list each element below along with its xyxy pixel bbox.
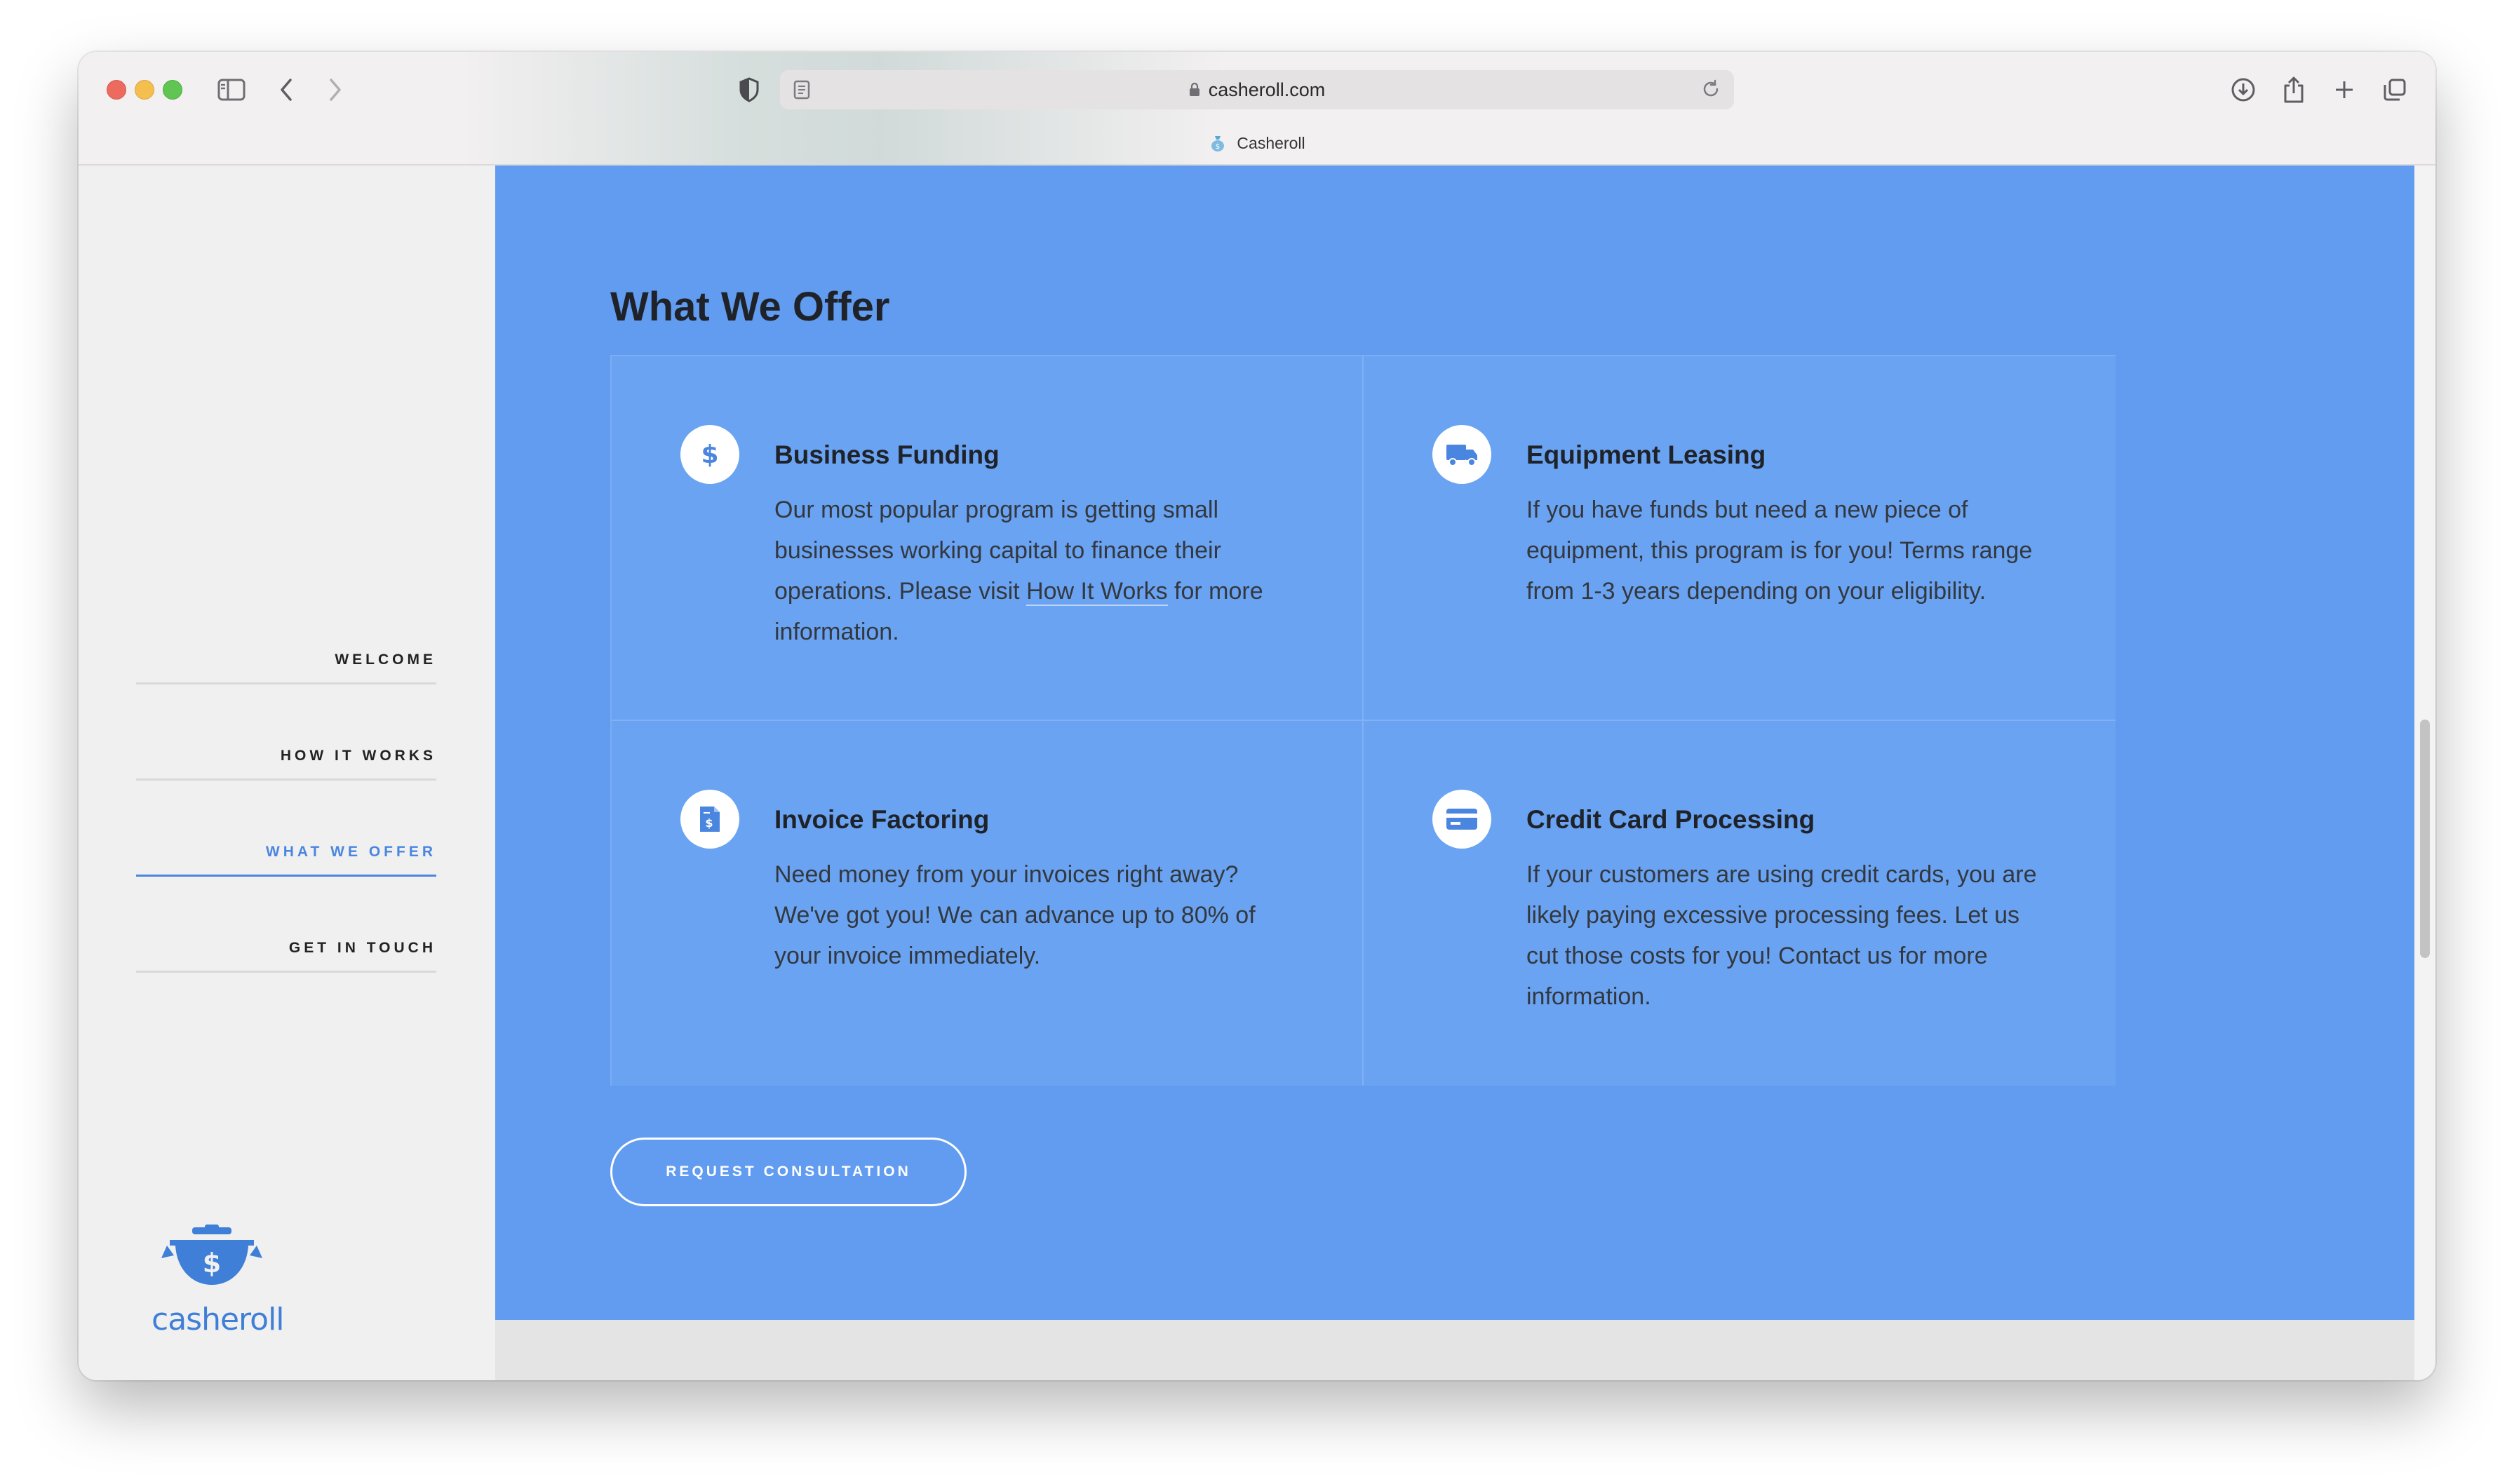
close-window-button[interactable] bbox=[107, 80, 126, 100]
privacy-shield-icon[interactable] bbox=[734, 73, 765, 107]
tab-title-label: Casheroll bbox=[1237, 133, 1305, 152]
how-it-works-link[interactable]: How It Works bbox=[1026, 578, 1168, 606]
back-arrow-icon[interactable] bbox=[272, 73, 300, 107]
offer-card-equipment-leasing: Equipment Leasing If you have funds but … bbox=[1364, 356, 2116, 721]
zoom-window-button[interactable] bbox=[163, 80, 182, 100]
offer-grid: $ Business Funding Our most popular prog… bbox=[610, 355, 2116, 1086]
offer-card-credit-card-processing: Credit Card Processing If your customers… bbox=[1364, 721, 2116, 1086]
scrollbar-thumb[interactable] bbox=[2420, 720, 2430, 958]
minimize-window-button[interactable] bbox=[135, 80, 154, 100]
credit-card-icon bbox=[1432, 790, 1491, 849]
card-title: Credit Card Processing bbox=[1526, 805, 1815, 834]
page-scrollbar[interactable] bbox=[2414, 166, 2435, 1380]
request-consultation-button[interactable]: REQUEST CONSULTATION bbox=[610, 1138, 967, 1206]
reload-icon[interactable] bbox=[1700, 79, 1721, 103]
invoice-icon: $ bbox=[680, 790, 739, 849]
downloads-icon[interactable] bbox=[2229, 73, 2257, 107]
svg-text:$: $ bbox=[203, 1248, 221, 1279]
share-icon[interactable] bbox=[2280, 73, 2308, 107]
card-body: Need money from your invoices right away… bbox=[774, 861, 1256, 969]
offer-card-business-funding: $ Business Funding Our most popular prog… bbox=[612, 356, 1364, 721]
section-title: What We Offer bbox=[610, 284, 890, 330]
side-navigation: WELCOME HOW IT WORKS WHAT WE OFFER GET I… bbox=[79, 166, 495, 1380]
nav-item-get-in-touch[interactable]: GET IN TOUCH bbox=[136, 931, 436, 973]
svg-text:$: $ bbox=[701, 440, 718, 469]
nav-item-how-it-works[interactable]: HOW IT WORKS bbox=[136, 738, 436, 781]
nav-item-what-we-offer[interactable]: WHAT WE OFFER bbox=[136, 835, 436, 877]
browser-toolbar: casheroll.com $ Casheroll bbox=[79, 52, 2435, 166]
page-content: WELCOME HOW IT WORKS WHAT WE OFFER GET I… bbox=[79, 166, 2435, 1380]
svg-text:$: $ bbox=[705, 816, 713, 830]
sidebar-toggle-icon[interactable] bbox=[216, 76, 247, 104]
card-body: If you have funds but need a new piece o… bbox=[1526, 497, 2033, 605]
forward-arrow-icon[interactable] bbox=[321, 73, 349, 107]
address-bar[interactable]: casheroll.com bbox=[780, 70, 1734, 109]
nav-item-welcome[interactable]: WELCOME bbox=[136, 642, 436, 684]
card-body: If your customers are using credit cards… bbox=[1526, 861, 2037, 1010]
card-body: Our most popular program is getting smal… bbox=[774, 497, 1263, 645]
browser-window: casheroll.com $ Casheroll WELCOME HOW IT bbox=[79, 52, 2435, 1380]
card-title: Invoice Factoring bbox=[774, 805, 990, 834]
dollar-icon: $ bbox=[680, 425, 739, 484]
card-title: Business Funding bbox=[774, 440, 1000, 469]
truck-icon bbox=[1432, 425, 1491, 484]
logo-wordmark: casheroll bbox=[152, 1302, 285, 1337]
what-we-offer-section: What We Offer $ Business Funding Our mos… bbox=[495, 166, 2414, 1320]
tab-casheroll[interactable]: $ Casheroll bbox=[79, 129, 2435, 157]
svg-text:$: $ bbox=[1216, 143, 1220, 151]
card-title: Equipment Leasing bbox=[1526, 440, 1766, 469]
lock-icon bbox=[1189, 82, 1200, 97]
tab-overview-icon[interactable] bbox=[2381, 73, 2409, 107]
url-text: casheroll.com bbox=[1208, 79, 1326, 100]
offer-card-invoice-factoring: $ Invoice Factoring Need money from your… bbox=[612, 721, 1364, 1086]
reader-view-icon[interactable] bbox=[793, 80, 811, 103]
money-bag-icon: $ bbox=[1209, 134, 1227, 152]
new-tab-icon[interactable] bbox=[2330, 73, 2358, 107]
